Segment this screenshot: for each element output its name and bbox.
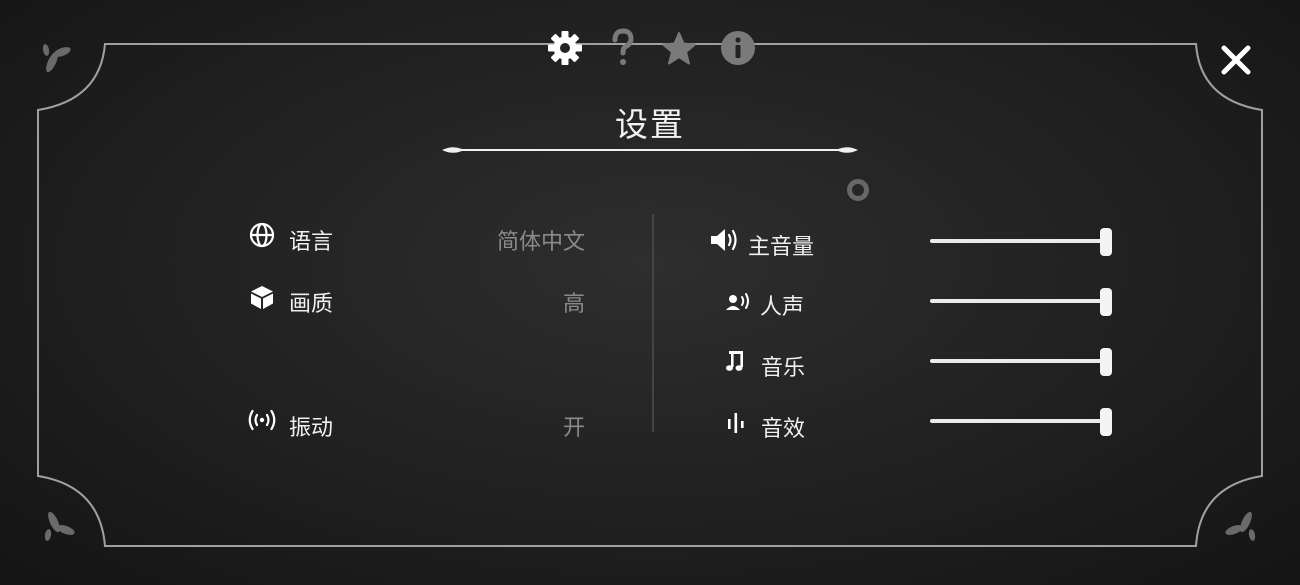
slider-thumb[interactable] [1100,408,1112,436]
corner-ornament-bottom-right [1225,511,1256,541]
music-volume-slider[interactable] [930,348,1116,376]
slider-track [930,299,1106,303]
tab-favorites[interactable] [657,26,701,70]
quality-value[interactable]: 高 [385,286,585,318]
master-volume-slider[interactable] [930,228,1116,256]
voice-volume-slider[interactable] [930,288,1116,316]
column-divider [652,214,654,432]
slider-track [930,359,1106,363]
music-note-icon [724,348,748,374]
vibration-value[interactable]: 开 [385,410,585,442]
tab-bar [540,26,760,70]
sound-effect-icon [724,410,748,436]
close-button[interactable] [1214,38,1258,82]
language-value[interactable]: 简体中文 [385,224,585,256]
quality-label: 画质 [289,292,334,317]
vibration-label: 振动 [289,416,334,441]
question-icon [612,28,634,65]
star-icon [662,32,696,65]
tab-settings[interactable] [543,26,587,70]
master-volume-label: 主音量 [748,235,815,260]
music-volume-label: 音乐 [761,356,806,381]
corner-ornament-top-left [42,44,71,73]
page-title: 设置 [615,105,685,144]
speaker-icon [709,227,741,253]
tab-help[interactable] [601,26,645,70]
voice-volume-label: 人声 [760,295,805,320]
slider-thumb[interactable] [1100,288,1112,316]
sfx-volume-slider[interactable] [930,408,1116,436]
slider-track [930,239,1106,243]
loading-ring-icon [847,179,869,201]
slider-thumb[interactable] [1100,228,1112,256]
sfx-volume-label: 音效 [761,417,806,442]
info-icon [721,31,755,65]
vibration-icon [247,407,277,433]
gear-icon [548,31,582,65]
close-icon [1221,45,1251,75]
cube-icon [249,284,275,310]
title-underline [442,147,858,153]
globe-icon [249,222,275,248]
slider-thumb[interactable] [1100,348,1112,376]
corner-ornament-bottom-left [44,511,75,541]
voice-icon [725,289,753,315]
language-label: 语言 [289,230,334,255]
slider-track [930,419,1106,423]
tab-info[interactable] [716,26,760,70]
